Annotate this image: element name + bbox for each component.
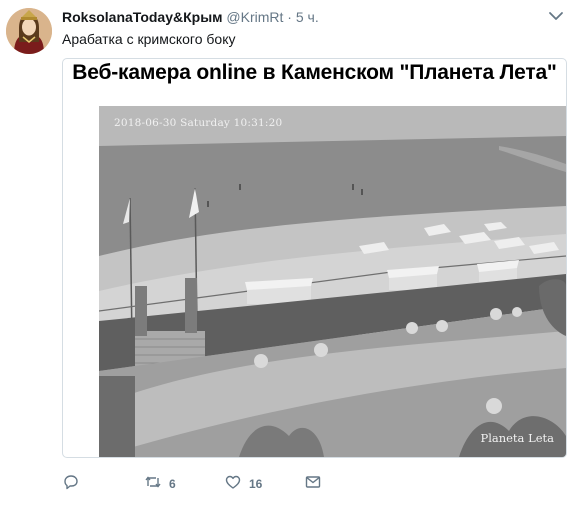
webcam-photo[interactable]: 2018-06-30 Saturday 10:31:20 Planeta Let… xyxy=(99,106,566,457)
retweet-icon xyxy=(144,473,162,496)
separator: · xyxy=(287,9,292,25)
tweet[interactable]: RoksolanaToday&Крым @KrimRt · 5 ч. Араба… xyxy=(0,0,579,512)
webcam-watermark: Planeta Leta xyxy=(480,431,554,445)
display-name[interactable]: RoksolanaToday&Крым xyxy=(62,9,223,25)
chevron-down-icon[interactable] xyxy=(547,9,565,23)
webcam-timestamp: 2018-06-30 Saturday 10:31:20 xyxy=(114,117,283,129)
reply-button[interactable] xyxy=(62,474,80,494)
reply-icon xyxy=(62,473,80,496)
like-count: 16 xyxy=(249,477,263,491)
tweet-text: Арабатка с кримского боку xyxy=(62,31,236,47)
like-button[interactable]: 16 xyxy=(224,474,262,494)
direct-message-button[interactable] xyxy=(304,474,322,494)
user-handle[interactable]: @KrimRt xyxy=(226,9,283,25)
avatar-image xyxy=(6,8,52,54)
timestamp[interactable]: 5 ч. xyxy=(296,9,319,25)
card-headline: Веб-камера online в Каменском "Планета Л… xyxy=(72,61,557,84)
heart-icon xyxy=(224,473,242,496)
tweet-actions: 6 16 xyxy=(62,474,362,494)
avatar[interactable] xyxy=(6,8,52,54)
envelope-icon xyxy=(304,473,322,496)
retweet-button[interactable]: 6 xyxy=(144,474,176,494)
retweet-count: 6 xyxy=(169,477,176,491)
tweet-header: RoksolanaToday&Крым @KrimRt · 5 ч. xyxy=(62,9,319,25)
beach-scene-image xyxy=(99,106,566,457)
media-card[interactable]: Веб-камера online в Каменском "Планета Л… xyxy=(62,58,567,458)
